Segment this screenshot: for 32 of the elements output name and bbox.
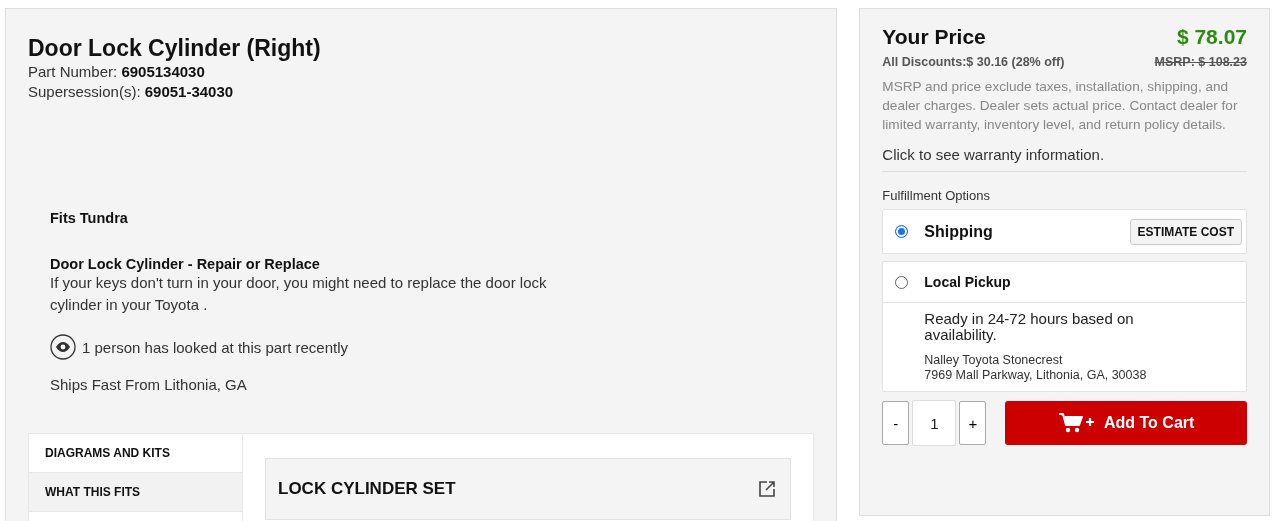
dealer-name: Nalley Toyota Stonecrest	[924, 353, 1064, 368]
quantity-field[interactable]: 1	[912, 400, 957, 446]
radio-button[interactable]	[895, 225, 909, 238]
cart-plus-icon	[1057, 412, 1096, 434]
views-text: 1 person has looked at this part recently	[82, 338, 348, 356]
msrp-text: MSRP: $ 108.23	[1154, 55, 1247, 69]
fulfillment-label: Fulfillment Options	[882, 188, 991, 203]
eye-icon	[50, 334, 76, 360]
fits-text: Fits Tundra	[50, 210, 129, 226]
warranty-link[interactable]: Click to see warranty information.	[882, 134, 1247, 172]
dealer-address: 7969 Mall Parkway, Lithonia, GA, 30038	[924, 368, 1148, 383]
radio-button[interactable]	[895, 275, 909, 289]
decrease-button[interactable]: -	[882, 401, 910, 445]
option-label: Local Pickup	[924, 274, 1012, 290]
price-disclaimer: MSRP and price exclude taxes, installation, shipping, and dealer charges. Dealer sets actual price. Contact dealer for limited warranty, inventory level, and return policy details.	[882, 78, 1239, 134]
price-title: Your Price	[882, 25, 986, 49]
supersession: Supersession(s): 69051-34030	[28, 82, 235, 102]
diagram-title: LOCK CYLINDER SET	[278, 479, 456, 499]
description-text: If your keys don't turn in your door, you might need to replace the door lock cylinder in your Toyota .	[50, 273, 548, 315]
increase-button[interactable]: +	[959, 401, 987, 445]
add-to-cart-button[interactable]: Add To Cart	[1005, 401, 1247, 445]
discounts-text: All Discounts:$ 30.16 (28% off)	[882, 55, 1065, 69]
price-amount: $ 78.07	[1176, 25, 1247, 49]
tab[interactable]: WHAT THIS FITS	[29, 473, 242, 512]
estimate-cost-button[interactable]: ESTIMATE COST	[1129, 218, 1242, 245]
ready-text: Ready in 24-72 hours based on availability.	[924, 311, 1135, 343]
shipping-origin: Ships Fast From Lithonia, GA	[50, 376, 248, 393]
external-link-icon[interactable]	[758, 480, 777, 498]
option-label: Shipping	[924, 222, 994, 241]
description-heading: Door Lock Cylinder - Repair or Replace	[50, 256, 321, 272]
product-title: Door Lock Cylinder (Right)	[28, 35, 322, 62]
part-number: Part Number: 6905134030	[28, 62, 206, 82]
